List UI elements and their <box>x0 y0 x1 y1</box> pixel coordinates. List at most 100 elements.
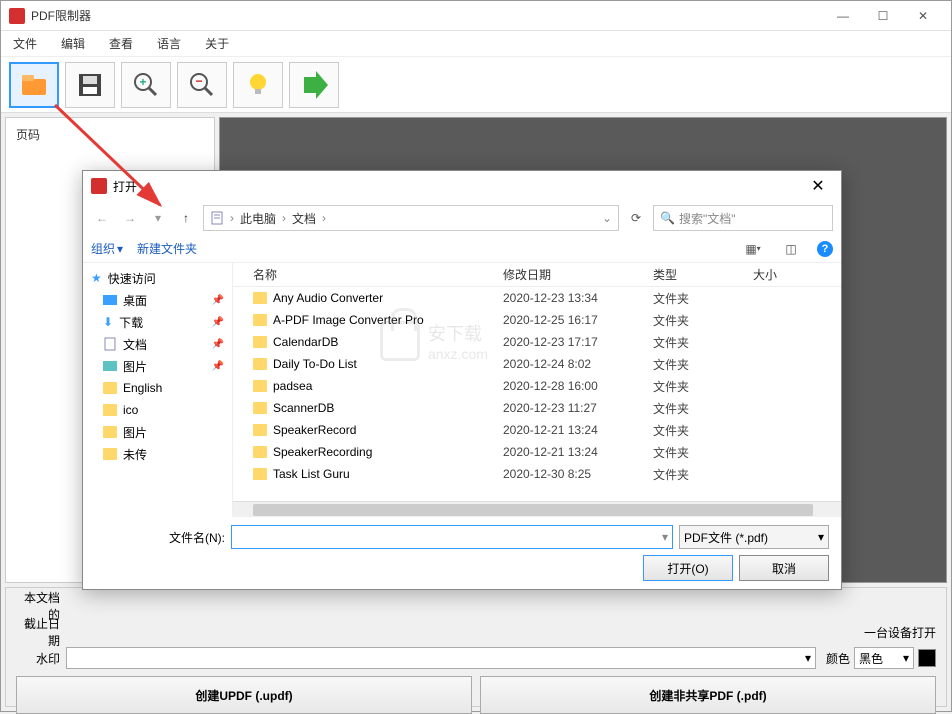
breadcrumb-sep-icon: › <box>322 211 326 225</box>
breadcrumb-sep-icon: › <box>282 211 286 225</box>
svg-text:−: − <box>195 74 202 88</box>
tree-pictures2[interactable]: 图片 <box>83 421 232 443</box>
dialog-title: 打开 <box>113 178 803 195</box>
preview-pane-button[interactable]: ◫ <box>779 238 803 260</box>
menu-edit[interactable]: 编辑 <box>57 33 89 54</box>
col-date[interactable]: 修改日期 <box>503 266 653 283</box>
file-name: A-PDF Image Converter Pro <box>273 313 424 327</box>
filename-input[interactable]: ▾ <box>231 525 673 549</box>
pin-icon: 📌 <box>212 317 224 328</box>
menu-about[interactable]: 关于 <box>201 33 233 54</box>
open-folder-button[interactable] <box>9 62 59 108</box>
nav-up-button[interactable]: ↑ <box>175 207 197 229</box>
file-filter-select[interactable]: PDF文件 (*.pdf)▾ <box>679 525 829 549</box>
horizontal-scrollbar[interactable] <box>233 501 841 517</box>
run-button[interactable] <box>289 62 339 108</box>
maximize-button[interactable]: ☐ <box>863 2 903 30</box>
col-name[interactable]: 名称 <box>253 266 503 283</box>
file-row[interactable]: SpeakerRecording2020-12-21 13:24文件夹 <box>253 441 841 463</box>
color-label: 颜色 <box>826 650 850 667</box>
file-type: 文件夹 <box>653 466 753 483</box>
create-updf-button[interactable]: 创建UPDF (.updf) <box>16 676 472 714</box>
hint-button[interactable] <box>233 62 283 108</box>
watermark-input[interactable]: ▾ <box>66 647 816 669</box>
menu-view[interactable]: 查看 <box>105 33 137 54</box>
menu-lang[interactable]: 语言 <box>153 33 185 54</box>
file-date: 2020-12-23 17:17 <box>503 335 653 349</box>
zoom-in-icon: + <box>130 69 162 101</box>
help-button[interactable]: ? <box>817 241 833 257</box>
file-area: 名称 修改日期 类型 大小 Any Audio Converter2020-12… <box>233 263 841 517</box>
dialog-titlebar: 打开 ✕ <box>83 171 841 201</box>
col-type[interactable]: 类型 <box>653 266 753 283</box>
tree-downloads[interactable]: ⬇下载📌 <box>83 311 232 333</box>
file-name: SpeakerRecording <box>273 445 372 459</box>
nav-forward-button[interactable]: → <box>119 207 141 229</box>
breadcrumb-bar[interactable]: › 此电脑 › 文档 › ⌄ <box>203 205 619 231</box>
folder-icon <box>253 402 267 414</box>
file-type: 文件夹 <box>653 356 753 373</box>
file-name: Task List Guru <box>273 467 350 481</box>
file-row[interactable]: padsea2020-12-28 16:00文件夹 <box>253 375 841 397</box>
new-folder-button[interactable]: 新建文件夹 <box>137 240 197 257</box>
file-row[interactable]: Daily To-Do List2020-12-24 8:02文件夹 <box>253 353 841 375</box>
file-row[interactable]: Task List Guru2020-12-30 8:25文件夹 <box>253 463 841 485</box>
tree-ico[interactable]: ico <box>83 399 232 421</box>
file-row[interactable]: SpeakerRecord2020-12-21 13:24文件夹 <box>253 419 841 441</box>
zoom-out-button[interactable]: − <box>177 62 227 108</box>
file-row[interactable]: CalendarDB2020-12-23 17:17文件夹 <box>253 331 841 353</box>
col-size[interactable]: 大小 <box>753 266 813 283</box>
folder-icon <box>103 382 117 394</box>
folder-open-icon <box>18 69 50 101</box>
cancel-button[interactable]: 取消 <box>739 555 829 581</box>
file-row[interactable]: A-PDF Image Converter Pro 2020-12-25 16:1… <box>253 309 841 331</box>
refresh-button[interactable]: ⟳ <box>625 207 647 229</box>
open-button[interactable]: 打开(O) <box>643 555 733 581</box>
main-titlebar: PDF限制器 — ☐ ✕ <box>1 1 951 31</box>
tree-desktop[interactable]: 桌面📌 <box>83 289 232 311</box>
file-date: 2020-12-23 13:34 <box>503 291 653 305</box>
dialog-app-icon <box>91 178 107 194</box>
color-swatch[interactable] <box>918 649 936 667</box>
file-date: 2020-12-25 16:17 <box>503 313 653 327</box>
minimize-button[interactable]: — <box>823 2 863 30</box>
page-tab[interactable]: 页码 <box>10 122 210 147</box>
tree-documents[interactable]: 文档📌 <box>83 333 232 355</box>
nav-back-button[interactable]: ← <box>91 207 113 229</box>
tree-english[interactable]: English <box>83 377 232 399</box>
filename-label: 文件名(N): <box>95 529 225 546</box>
save-button[interactable] <box>65 62 115 108</box>
close-button[interactable]: ✕ <box>903 2 943 30</box>
folder-icon <box>253 358 267 370</box>
search-icon: 🔍 <box>660 211 675 225</box>
lightbulb-icon <box>242 69 274 101</box>
search-input[interactable]: 🔍 搜索"文档" <box>653 205 833 231</box>
menu-file[interactable]: 文件 <box>9 33 41 54</box>
tree-weizhuan[interactable]: 未传 <box>83 443 232 465</box>
zoom-in-button[interactable]: + <box>121 62 171 108</box>
tree-pictures[interactable]: 图片📌 <box>83 355 232 377</box>
nav-tree: ★快速访问 桌面📌 ⬇下载📌 文档📌 图片📌 English ico 图片 未传 <box>83 263 233 517</box>
date-label: 截止日期 <box>16 615 66 649</box>
breadcrumb-folder[interactable]: 文档 <box>292 210 316 227</box>
breadcrumb-dropdown-icon[interactable]: ⌄ <box>602 211 612 225</box>
organize-button[interactable]: 组织 ▾ <box>91 240 123 257</box>
scrollbar-thumb[interactable] <box>253 504 813 516</box>
file-date: 2020-12-24 8:02 <box>503 357 653 371</box>
bottom-panel: 本文档的 截止日期 一台设备打开 水印 ▾ 颜色 黑色▾ 创建UPDF (.up… <box>5 587 947 707</box>
file-type: 文件夹 <box>653 290 753 307</box>
view-mode-button[interactable]: ▦ ▾ <box>741 238 765 260</box>
nav-recent-dropdown[interactable]: ▾ <box>147 207 169 229</box>
file-type: 文件夹 <box>653 334 753 351</box>
file-row[interactable]: ScannerDB2020-12-23 11:27文件夹 <box>253 397 841 419</box>
color-select[interactable]: 黑色▾ <box>854 647 914 669</box>
dialog-close-button[interactable]: ✕ <box>803 174 833 198</box>
tree-quick-access[interactable]: ★快速访问 <box>83 267 232 289</box>
file-row[interactable]: Any Audio Converter2020-12-23 13:34文件夹 <box>253 287 841 309</box>
breadcrumb-root[interactable]: 此电脑 <box>240 210 276 227</box>
create-nonshare-pdf-button[interactable]: 创建非共享PDF (.pdf) <box>480 676 936 714</box>
device-suffix: 一台设备打开 <box>864 624 936 641</box>
file-list[interactable]: Any Audio Converter2020-12-23 13:34文件夹A-… <box>233 287 841 501</box>
app-title: PDF限制器 <box>31 7 823 24</box>
file-type: 文件夹 <box>653 422 753 439</box>
